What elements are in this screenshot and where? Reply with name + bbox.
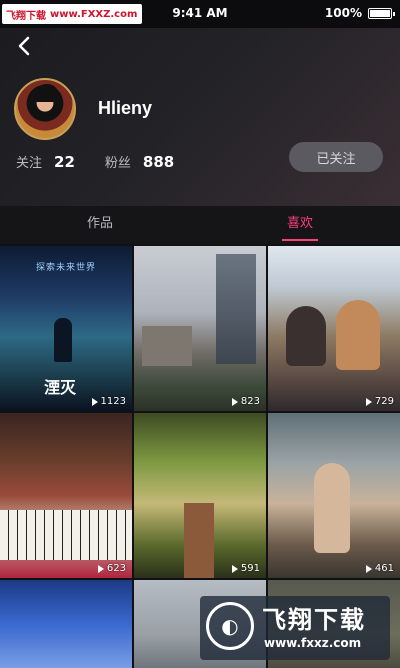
- profile-header: Hlieny 关注 22 粉丝 888 已关注: [0, 28, 400, 206]
- video-thumbnail[interactable]: 823: [134, 246, 266, 411]
- play-count: 591: [231, 563, 260, 574]
- chevron-left-icon: [18, 36, 30, 56]
- avatar[interactable]: [14, 78, 76, 140]
- following-label[interactable]: 关注: [16, 152, 42, 171]
- building-shape: [216, 254, 256, 364]
- poster-figure: [54, 318, 72, 362]
- profile-tabs: 作品 喜欢: [0, 206, 400, 244]
- play-count: 729: [365, 396, 394, 407]
- play-count-value: 461: [374, 563, 394, 574]
- play-count-value: 729: [374, 396, 394, 407]
- active-tab-indicator: [282, 239, 318, 241]
- building-shape: [142, 326, 192, 366]
- play-count-value: 623: [106, 563, 126, 574]
- play-icon: [231, 397, 238, 406]
- following-count[interactable]: 22: [54, 153, 75, 171]
- watermark-brand: 飞翔下载: [6, 10, 46, 22]
- poster-title: 探索未来世界: [35, 263, 96, 273]
- path-shape: [184, 503, 214, 578]
- battery-icon: [368, 8, 395, 19]
- play-count: 823: [231, 396, 260, 407]
- play-count: 1123: [91, 396, 126, 407]
- tab-likes-label: 喜欢: [286, 216, 313, 231]
- followers-count[interactable]: 888: [143, 153, 174, 171]
- poster-big-title: 湮灭: [44, 378, 77, 397]
- tab-works[interactable]: 作品: [0, 206, 200, 244]
- play-icon: [365, 397, 372, 406]
- play-icon: [231, 564, 238, 573]
- follow-button[interactable]: 已关注: [289, 142, 383, 172]
- video-thumbnail[interactable]: 591: [134, 413, 266, 578]
- play-icon: [91, 397, 98, 406]
- play-count-value: 823: [240, 396, 260, 407]
- play-count: 623: [97, 563, 126, 574]
- person-shape: [336, 300, 380, 370]
- battery-percent: 100%: [324, 6, 362, 20]
- back-button[interactable]: [12, 34, 36, 58]
- play-count: 461: [365, 563, 394, 574]
- username: Hlieny: [98, 98, 153, 118]
- play-icon: [365, 564, 372, 573]
- video-thumbnail[interactable]: [0, 580, 132, 668]
- person-shape: [314, 463, 350, 553]
- tab-likes[interactable]: 喜欢: [200, 206, 400, 244]
- video-thumbnail[interactable]: 461: [268, 413, 400, 578]
- watermark-title: 飞翔下载: [262, 606, 366, 634]
- watermark-url: www.FXXZ.com: [50, 8, 138, 20]
- watermark-url: www.fxxz.com: [264, 636, 362, 650]
- watermark-top: 飞翔下载 www.FXXZ.com: [2, 4, 142, 24]
- watermark-bottom: ◐ 飞翔下载 www.fxxz.com: [200, 596, 390, 660]
- play-count-value: 1123: [100, 396, 126, 407]
- play-count-value: 591: [240, 563, 260, 574]
- play-icon: [97, 564, 104, 573]
- watermark-logo-icon: ◐: [206, 602, 254, 650]
- person-shape: [286, 306, 326, 366]
- video-thumbnail[interactable]: 729: [268, 246, 400, 411]
- followers-label[interactable]: 粉丝: [105, 152, 131, 171]
- tab-works-label: 作品: [86, 216, 113, 231]
- video-thumbnail[interactable]: 探索未来世界 湮灭 1123: [0, 246, 132, 411]
- profile-stats: 关注 22 粉丝 888: [16, 152, 204, 171]
- video-thumbnail[interactable]: 623: [0, 413, 132, 578]
- keyboard-shape: [0, 510, 132, 560]
